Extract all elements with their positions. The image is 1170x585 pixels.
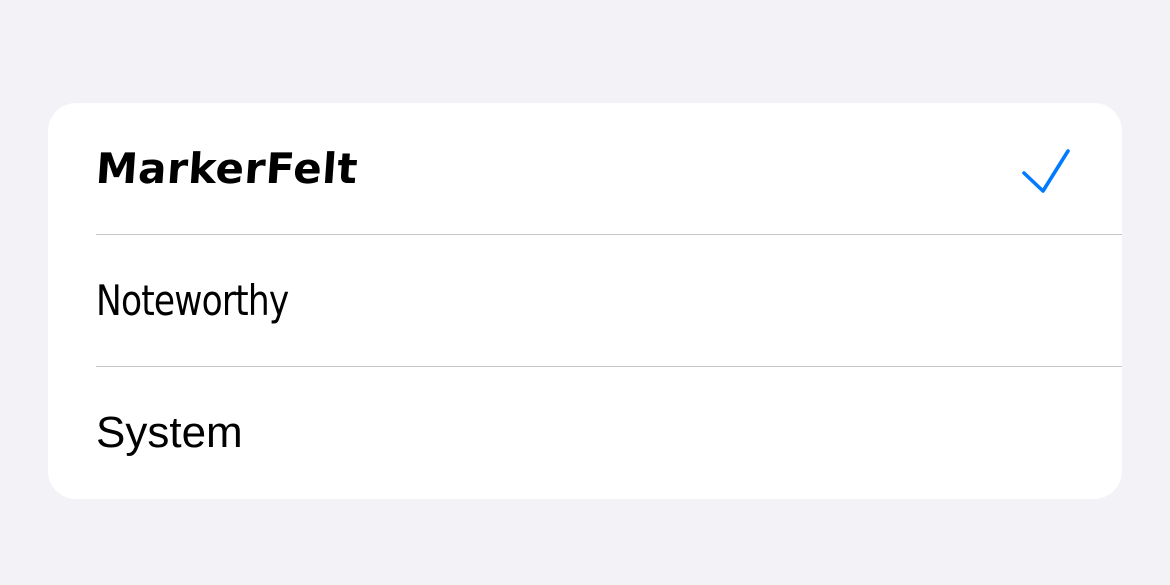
font-option-label: Noteworthy [96, 276, 289, 325]
font-option-noteworthy[interactable]: Noteworthy [48, 235, 1122, 367]
font-option-system[interactable]: System [48, 367, 1122, 499]
checkmark-icon [1022, 149, 1070, 193]
font-option-label: System [96, 408, 243, 457]
font-options-list: MarkerFelt Noteworthy System [48, 103, 1122, 499]
font-option-markerfelt[interactable]: MarkerFelt [48, 103, 1122, 235]
font-option-label: MarkerFelt [94, 144, 360, 193]
